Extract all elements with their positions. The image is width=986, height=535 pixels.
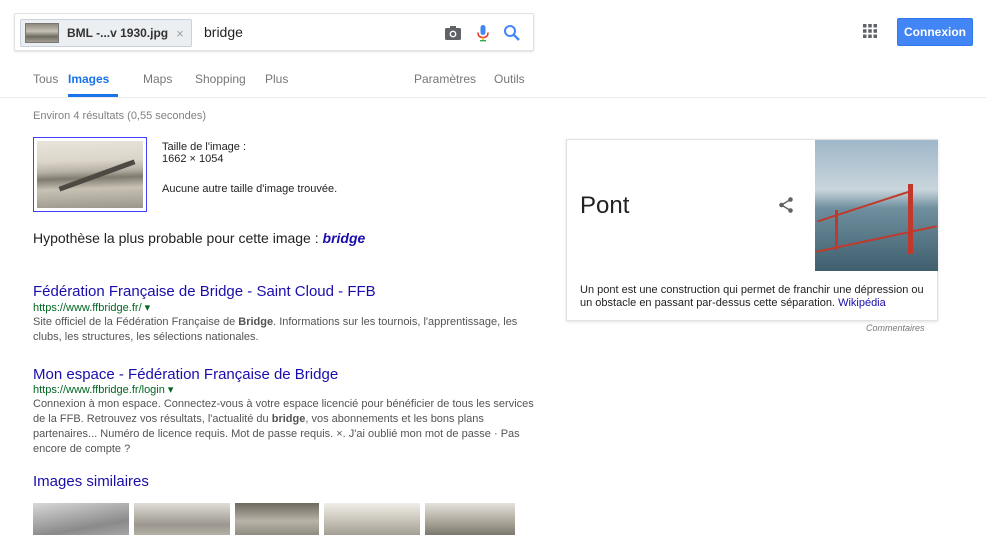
- apps-grid-icon[interactable]: [863, 24, 877, 38]
- tab-all[interactable]: Tous: [33, 72, 58, 86]
- share-icon[interactable]: [777, 196, 795, 214]
- image-filename: BML -...v 1930.jpg: [67, 26, 169, 40]
- signin-button[interactable]: Connexion: [897, 18, 973, 46]
- similar-image[interactable]: [134, 503, 230, 535]
- similar-image[interactable]: [235, 503, 319, 535]
- camera-icon[interactable]: [443, 23, 463, 43]
- tab-maps[interactable]: Maps: [143, 72, 172, 86]
- similar-image[interactable]: [33, 503, 129, 535]
- tab-images[interactable]: Images: [68, 72, 109, 86]
- active-tab-indicator: [68, 94, 118, 97]
- google-search-page: BML -...v 1930.jpg × bridge Connexion To…: [0, 0, 986, 535]
- image-size-label: Taille de l'image :: [162, 141, 247, 153]
- result-url[interactable]: https://www.ffbridge.fr/ ▾: [33, 301, 150, 314]
- image-query-chip[interactable]: BML -...v 1930.jpg ×: [20, 19, 192, 47]
- tools-link[interactable]: Outils: [494, 72, 525, 86]
- search-box[interactable]: BML -...v 1930.jpg × bridge: [14, 13, 534, 51]
- result-stats: Environ 4 résultats (0,55 secondes): [33, 110, 207, 122]
- best-guess: Hypothèse la plus probable pour cette im…: [33, 230, 365, 246]
- golden-gate-bridge-photo[interactable]: [815, 140, 938, 271]
- result-title[interactable]: Fédération Française de Bridge - Saint C…: [33, 283, 376, 300]
- knowledge-panel: Pont Un pont est une construction qui pe…: [566, 139, 938, 321]
- search-input[interactable]: bridge: [204, 24, 404, 40]
- tab-shopping[interactable]: Shopping: [195, 72, 246, 86]
- no-other-sizes-text: Aucune autre taille d'image trouvée.: [162, 183, 338, 195]
- microphone-icon[interactable]: [473, 23, 493, 43]
- search-icon[interactable]: [502, 23, 522, 43]
- image-size-value: 1662 × 1054: [162, 153, 224, 165]
- result-snippet: Site officiel de la Fédération Française…: [33, 316, 518, 343]
- similar-images-heading[interactable]: Images similaires: [33, 473, 149, 490]
- feedback-link[interactable]: Commentaires: [866, 323, 925, 333]
- remove-image-icon[interactable]: ×: [176, 26, 184, 41]
- query-image-thumbnail: [25, 23, 59, 43]
- result-url[interactable]: https://www.ffbridge.fr/login ▾: [33, 383, 173, 396]
- similar-image[interactable]: [425, 503, 515, 535]
- result-title[interactable]: Mon espace - Fédération Française de Bri…: [33, 366, 338, 383]
- knowledge-panel-title: Pont: [580, 192, 630, 219]
- knowledge-panel-description: Un pont est une construction qui permet …: [580, 284, 924, 309]
- wikipedia-link[interactable]: Wikipédia: [838, 297, 886, 309]
- bridge-photo-thumbnail: [37, 141, 143, 208]
- tab-more[interactable]: Plus: [265, 72, 288, 86]
- similar-image[interactable]: [324, 503, 420, 535]
- result-snippet: Connexion à mon espace. Connectez-vous à…: [33, 398, 534, 455]
- best-guess-link[interactable]: bridge: [323, 230, 366, 246]
- settings-link[interactable]: Paramètres: [414, 72, 476, 86]
- best-guess-label: Hypothèse la plus probable pour cette im…: [33, 230, 319, 246]
- query-image-preview[interactable]: [33, 137, 147, 212]
- header: BML -...v 1930.jpg × bridge Connexion To…: [0, 0, 986, 98]
